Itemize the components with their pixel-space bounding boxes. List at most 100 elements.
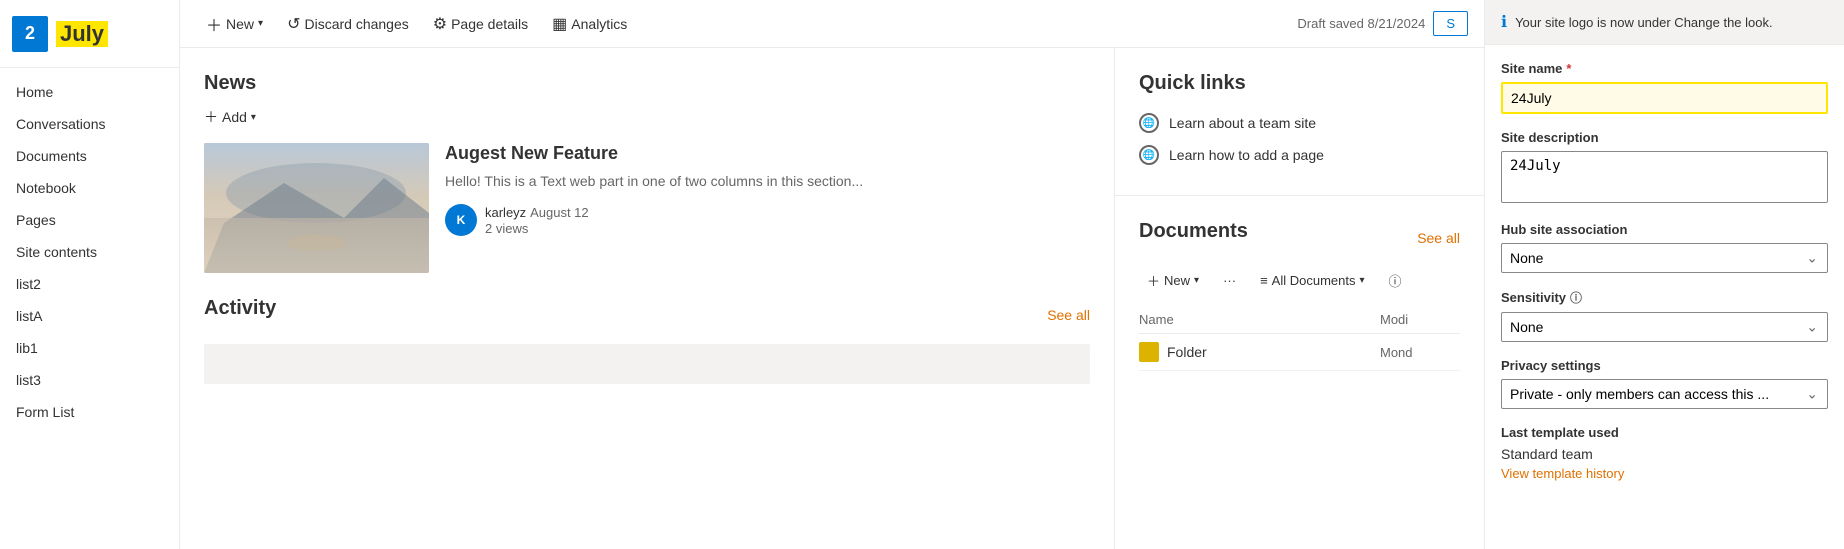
analytics-button[interactable]: ▦ Analytics: [542, 8, 637, 40]
col-modified-header: Modi: [1380, 312, 1460, 327]
sidebar-nav: Home Conversations Documents Notebook Pa…: [0, 68, 179, 436]
sidebar-item-site-contents[interactable]: Site contents: [0, 236, 179, 268]
required-indicator: *: [1566, 61, 1571, 76]
activity-see-all[interactable]: See all: [1047, 307, 1090, 323]
view-history-link[interactable]: View template history: [1501, 466, 1828, 481]
filter-icon: ≡: [1260, 273, 1268, 288]
globe-icon-2: 🌐: [1139, 145, 1159, 165]
news-author-info: karleyz August 12 2 views: [485, 204, 589, 236]
news-article-content: Augest New Feature Hello! This is a Text…: [445, 143, 1090, 236]
notification-text: Your site logo is now under Change the l…: [1515, 15, 1773, 30]
privacy-settings-field: Privacy settings Private - only members …: [1501, 358, 1828, 409]
settings-panel: ℹ Your site logo is now under Change the…: [1484, 0, 1844, 549]
docs-more-button[interactable]: ···: [1215, 269, 1244, 292]
page-details-button[interactable]: ⚙ Page details: [423, 8, 538, 40]
privacy-settings-label: Privacy settings: [1501, 358, 1828, 373]
sidebar-item-notebook[interactable]: Notebook: [0, 172, 179, 204]
site-description-input[interactable]: [1501, 151, 1828, 203]
quick-link-learn-team[interactable]: 🌐 Learn about a team site: [1139, 107, 1460, 139]
activity-placeholder: [204, 344, 1090, 384]
site-name-label: Site name *: [1501, 61, 1828, 76]
site-name-field: Site name *: [1501, 61, 1828, 114]
news-thumbnail: [204, 143, 429, 273]
plus-icon: ＋: [204, 107, 218, 127]
site-description-label: Site description: [1501, 130, 1828, 145]
hub-site-select[interactable]: None: [1501, 243, 1828, 273]
site-description-field: Site description: [1501, 130, 1828, 206]
news-article-title[interactable]: Augest New Feature: [445, 143, 1090, 164]
plus-icon: ＋: [206, 12, 222, 36]
news-title: News: [204, 72, 1090, 95]
docs-table-header: Name Modi: [1139, 306, 1460, 334]
sensitivity-label: Sensitivity ⓘ: [1501, 289, 1828, 306]
settings-content: Site name * Site description Hub site as…: [1485, 45, 1844, 513]
sensitivity-field: Sensitivity ⓘ None: [1501, 289, 1828, 342]
news-section: News ＋ Add ▾: [180, 48, 1114, 273]
logo-number: 2: [12, 16, 48, 52]
article-views: 2 views: [485, 221, 528, 236]
article-date-text: August 12: [530, 205, 589, 220]
new-button[interactable]: ＋ New ▾: [196, 6, 273, 42]
share-button[interactable]: S: [1433, 11, 1468, 36]
add-news-button[interactable]: ＋ Add ▾: [204, 107, 1090, 127]
site-name-input[interactable]: [1501, 82, 1828, 114]
sensitivity-select-wrapper: None: [1501, 312, 1828, 342]
docs-new-button[interactable]: ＋ New ▾: [1139, 267, 1207, 294]
sensitivity-select[interactable]: None: [1501, 312, 1828, 342]
quick-links-section: Quick links 🌐 Learn about a team site 🌐 …: [1115, 48, 1484, 196]
author-avatar: K: [445, 204, 477, 236]
doc-name: Folder: [1167, 344, 1380, 360]
activity-header: Activity See all: [204, 297, 1090, 332]
news-meta: K karleyz August 12 2 views: [445, 204, 1090, 236]
discard-icon: ↺: [287, 14, 300, 34]
sidebar-item-home[interactable]: Home: [0, 76, 179, 108]
chevron-down-icon: ▾: [258, 18, 263, 29]
activity-section: Activity See all: [180, 273, 1114, 408]
col-name-header: Name: [1139, 312, 1380, 327]
news-article-excerpt: Hello! This is a Text web part in one of…: [445, 172, 1090, 192]
hub-site-label: Hub site association: [1501, 222, 1828, 237]
docs-header: Documents See all: [1139, 220, 1460, 255]
privacy-select[interactable]: Private - only members can access this .…: [1501, 379, 1828, 409]
content-area: News ＋ Add ▾: [180, 48, 1114, 549]
folder-icon: [1139, 342, 1159, 362]
privacy-select-wrapper: Private - only members can access this .…: [1501, 379, 1828, 409]
analytics-icon: ▦: [552, 14, 567, 34]
sidebar-item-form-list[interactable]: Form List: [0, 396, 179, 428]
docs-see-all[interactable]: See all: [1417, 230, 1460, 246]
main-area: ＋ New ▾ ↺ Discard changes ⚙ Page details…: [180, 0, 1484, 549]
docs-all-documents-button[interactable]: ≡ All Documents ▾: [1252, 269, 1372, 292]
table-row[interactable]: Folder Mond: [1139, 334, 1460, 371]
hub-site-field: Hub site association None: [1501, 222, 1828, 273]
sidebar: 2 July Home Conversations Documents Note…: [0, 0, 180, 549]
chevron-down-icon: ▾: [1359, 275, 1364, 286]
author-name: karleyz: [485, 205, 526, 220]
logo-text: July: [56, 21, 108, 47]
site-logo: 2 July: [0, 0, 179, 68]
sidebar-item-lib1[interactable]: lib1: [0, 332, 179, 364]
last-template-section: Last template used Standard team View te…: [1501, 425, 1828, 481]
discard-changes-button[interactable]: ↺ Discard changes: [277, 8, 419, 40]
quick-link-learn-page[interactable]: 🌐 Learn how to add a page: [1139, 139, 1460, 171]
page-content: News ＋ Add ▾: [180, 48, 1484, 549]
hub-site-select-wrapper: None: [1501, 243, 1828, 273]
help-icon[interactable]: ⓘ: [1570, 289, 1582, 306]
plus-icon: ＋: [1147, 271, 1160, 290]
sidebar-item-listA[interactable]: listA: [0, 300, 179, 332]
sidebar-item-pages[interactable]: Pages: [0, 204, 179, 236]
settings-notification: ℹ Your site logo is now under Change the…: [1485, 0, 1844, 45]
documents-section: Documents See all ＋ New ▾ ··· ≡ All Docu…: [1115, 196, 1484, 395]
docs-info-button[interactable]: ⓘ: [1381, 267, 1410, 294]
sidebar-item-conversations[interactable]: Conversations: [0, 108, 179, 140]
docs-toolbar: ＋ New ▾ ··· ≡ All Documents ▾ ⓘ: [1139, 267, 1460, 294]
activity-title: Activity: [204, 297, 276, 320]
toolbar: ＋ New ▾ ↺ Discard changes ⚙ Page details…: [180, 0, 1484, 48]
sidebar-item-list2[interactable]: list2: [0, 268, 179, 300]
chevron-down-icon: ▾: [1194, 275, 1199, 286]
template-name: Standard team: [1501, 446, 1828, 462]
docs-title: Documents: [1139, 220, 1248, 243]
sidebar-item-list3[interactable]: list3: [0, 364, 179, 396]
sidebar-item-documents[interactable]: Documents: [0, 140, 179, 172]
draft-saved-text: Draft saved 8/21/2024: [1297, 16, 1425, 31]
settings-icon: ⚙: [433, 14, 447, 34]
